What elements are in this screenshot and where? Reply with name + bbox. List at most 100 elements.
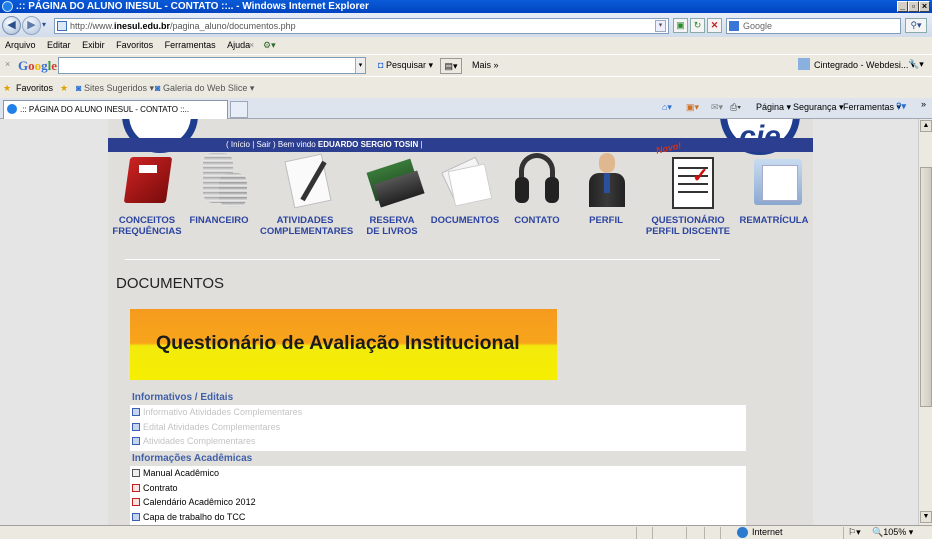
window-title-bar: .:: PÁGINA DO ALUNO INESUL - CONTATO ::.… [0, 0, 932, 13]
avatar [798, 58, 810, 70]
search-input[interactable]: Google [726, 18, 901, 34]
close-menu-icon[interactable]: × [249, 37, 254, 54]
document-link[interactable]: Contrato [130, 481, 746, 496]
document-link[interactable]: Edital Atividades Complementares [130, 420, 746, 435]
tab-row: .:: PÁGINA DO ALUNO INESUL - CONTATO ::.… [0, 98, 932, 119]
mail-icon[interactable]: ✉▾ [711, 102, 723, 113]
nav-atividades-complementares[interactable]: ATIVIDADES COMPLEMENTARES [260, 151, 353, 237]
page-icon [57, 21, 67, 31]
google-search-icon [729, 21, 739, 31]
print-icon[interactable]: ⎙▾ [730, 102, 741, 113]
address-bar[interactable]: http://www.inesul.edu.br/pagina_aluno/do… [54, 18, 669, 34]
google-logo: Google [18, 58, 58, 73]
google-search-icon: ◘ [378, 60, 384, 70]
forward-button[interactable]: ▶ [22, 16, 41, 35]
history-dropdown-icon[interactable]: ▾ [42, 20, 46, 29]
web-slice-link[interactable]: ◙ Galeria do Web Slice ▾ [155, 77, 254, 99]
address-toolbar: ◀ ▶ ▾ http://www.inesul.edu.br/pagina_al… [0, 13, 932, 37]
web-viewport: cie ( Início | Sair ) Bem vindo EDUARDO … [0, 119, 918, 525]
suggested-sites-link[interactable]: ◙ Sites Sugeridos ▾ [76, 77, 154, 99]
header-links[interactable]: ( Início | Sair ) Bem vindo [226, 140, 316, 149]
section-title: Informativos / Editais [132, 392, 234, 403]
close-button[interactable]: × [919, 1, 930, 12]
add-favorite-icon[interactable]: ★ [60, 77, 68, 99]
minimize-button[interactable]: _ [897, 1, 908, 12]
papers-icon [435, 151, 495, 209]
nav-financeiro[interactable]: FINANCEIRO [174, 151, 264, 226]
doc-icon [132, 437, 140, 445]
tools-menu[interactable]: Ferramentas ▾ [843, 102, 901, 113]
document-link[interactable]: Capa de trabalho do TCC [130, 510, 746, 525]
menu-bar: Arquivo Editar Exibir Favoritos Ferramen… [0, 37, 932, 54]
addon-icon[interactable]: ⚙▾ [263, 37, 276, 54]
url-prefix: http://www. [70, 21, 115, 31]
word-doc-icon [132, 469, 140, 477]
maximize-button[interactable]: ▫ [908, 1, 919, 12]
menu-item[interactable]: Arquivo [5, 40, 36, 50]
globe-icon [737, 527, 748, 538]
nav-perfil[interactable]: PERFIL [561, 151, 651, 226]
url-path: /pagina_aluno/documentos.php [170, 21, 296, 31]
back-button[interactable]: ◀ [2, 16, 21, 35]
pesquisar-button[interactable]: ◘ Pesquisar ▾ [378, 60, 433, 71]
menu-item[interactable]: Exibir [82, 40, 105, 50]
pdf-icon [132, 483, 140, 492]
menu-item[interactable]: Editar [47, 40, 71, 50]
document-link[interactable]: Informativo Atividades Complementares [130, 405, 746, 420]
address-dropdown-icon[interactable]: ▾ [655, 20, 666, 32]
banner-text: Questionário de Avaliação Institucional [156, 332, 520, 354]
menu-item[interactable]: Favoritos [116, 40, 153, 50]
search-placeholder: Google [743, 21, 773, 31]
document-list: Manual Acadêmico Contrato Calendário Aca… [130, 466, 746, 525]
security-zone: Internet [752, 527, 783, 537]
google-toolbar: × Google ▾ ◘ Pesquisar ▾ ▤▾ Mais » Cinte… [0, 54, 932, 76]
scroll-thumb[interactable] [920, 167, 932, 407]
favorites-button[interactable]: Favoritos [16, 77, 53, 99]
person-icon [576, 151, 636, 209]
refresh-icon[interactable]: ↻ [690, 18, 705, 33]
ie-icon [2, 1, 13, 12]
popup-blocker-icon[interactable]: ▤▾ [440, 58, 462, 74]
page-menu[interactable]: Página ▾ [756, 102, 791, 113]
menu-item[interactable]: Ajuda [227, 40, 250, 50]
more-button[interactable]: Mais » [472, 60, 499, 70]
scroll-up-icon[interactable]: ▲ [920, 120, 932, 132]
zoom-control[interactable]: 🔍105% ▾ [872, 526, 913, 539]
help-icon[interactable]: ?▾ [896, 101, 906, 112]
doc-icon [132, 408, 140, 416]
home-icon[interactable]: ⌂▾ [662, 102, 672, 113]
divider [125, 259, 720, 260]
user-name: EDUARDO SERGIO TOSIN [317, 140, 419, 149]
account-button[interactable]: Cintegrado - Webdesi... ▾ [814, 60, 915, 71]
search-go-icon[interactable]: ⚲▾ [905, 18, 927, 33]
user-header: ( Início | Sair ) Bem vindo EDUARDO SERG… [108, 138, 813, 152]
wrench-icon[interactable]: 🔧▾ [908, 59, 924, 70]
new-tab-button[interactable] [230, 101, 248, 118]
chevron-more-icon[interactable]: » [921, 99, 926, 109]
menu-item[interactable]: Ferramentas [165, 40, 216, 50]
questionnaire-banner[interactable]: Questionário de Avaliação Institucional [130, 309, 557, 380]
document-link[interactable]: Calendário Acadêmico 2012 [130, 495, 746, 510]
document-list: Informativo Atividades Complementares Ed… [130, 405, 746, 451]
books-icon [362, 151, 425, 209]
page-title: DOCUMENTOS [116, 275, 225, 292]
nav-rematricula[interactable]: REMATRÍCULA [729, 151, 819, 226]
google-toolbar-input[interactable]: ▾ [58, 57, 366, 74]
close-toolbar-icon[interactable]: × [5, 59, 10, 69]
chevron-down-icon[interactable]: ▾ [355, 58, 365, 73]
tab-current[interactable]: .:: PÁGINA DO ALUNO INESUL - CONTATO ::.… [3, 100, 228, 119]
checklist-icon: ✓ Novo! [655, 140, 718, 209]
protected-mode-icon[interactable]: ⚐▾ [848, 526, 861, 539]
document-link[interactable]: Manual Acadêmico [130, 466, 746, 481]
ie-icon [7, 104, 17, 114]
nav-questionario[interactable]: ✓ Novo! QUESTIONÁRIO PERFIL DISCENTE [643, 140, 733, 237]
book-icon [117, 151, 177, 209]
vertical-scrollbar[interactable]: ▲ ▼ [918, 119, 932, 525]
feeds-icon[interactable]: ▣▾ [686, 102, 699, 113]
scroll-down-icon[interactable]: ▼ [920, 511, 932, 523]
doc-icon [132, 512, 140, 521]
compat-view-icon[interactable]: ▣ [673, 18, 688, 33]
document-link[interactable]: Atividades Complementares [130, 434, 746, 449]
stop-icon[interactable]: ✕ [707, 18, 722, 33]
security-menu[interactable]: Segurança ▾ [793, 102, 844, 113]
